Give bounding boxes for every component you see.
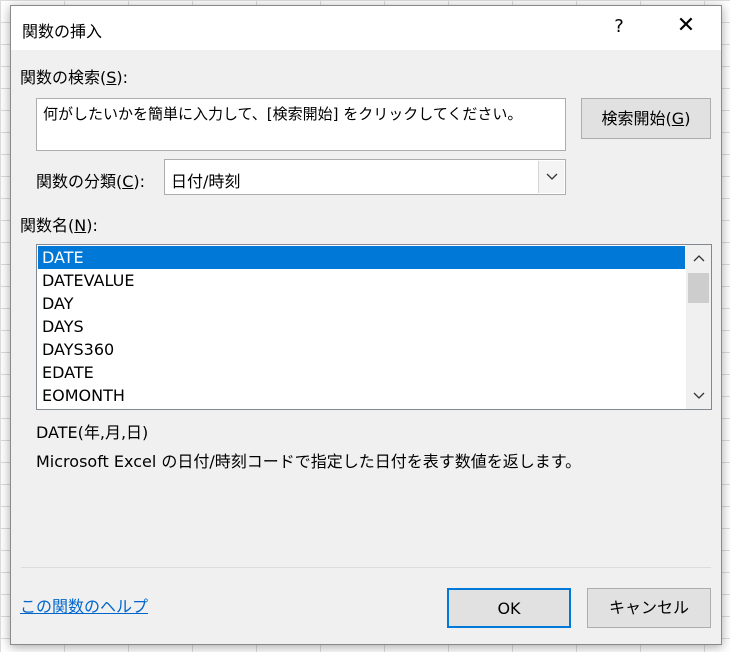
function-listbox[interactable]: DATE DATEVALUE DAY DAYS DAYS360 EDATE EOMONTH (36, 244, 712, 410)
list-item[interactable]: EOMONTH (38, 384, 685, 407)
function-name-label: 関数名(N): (20, 216, 98, 235)
function-list-items: DATE DATEVALUE DAY DAYS DAYS360 EDATE EOMONTH (38, 246, 685, 407)
list-item[interactable]: DATE (38, 246, 685, 269)
close-button[interactable]: ✕ (671, 14, 701, 38)
list-item[interactable]: DAYS360 (38, 338, 685, 361)
function-help-link[interactable]: この関数のヘルプ (20, 593, 148, 617)
scroll-thumb[interactable] (688, 273, 709, 303)
help-button[interactable]: ? (609, 16, 629, 37)
title-bar: 関数の挿入 ? ✕ (11, 6, 721, 50)
function-description: Microsoft Excel の日付/時刻コードで指定した日付を表す数値を返し… (36, 452, 582, 471)
search-label: 関数の検索(S): (20, 68, 129, 87)
search-input[interactable]: 何がしたいかを簡単に入力して、[検索開始] をクリックしてください。 (36, 98, 566, 151)
footer-divider (21, 567, 711, 568)
category-label: 関数の分類(C): (36, 172, 146, 191)
search-start-button[interactable]: 検索開始(G) (581, 98, 711, 139)
insert-function-dialog: 関数の挿入 ? ✕ 関数の検索(S): 何がしたいかを簡単に入力して、[検索開始… (10, 5, 722, 645)
list-item[interactable]: DAY (38, 292, 685, 315)
dialog-title: 関数の挿入 (22, 22, 103, 41)
cancel-button[interactable]: キャンセル (587, 588, 711, 628)
function-signature: DATE(年,月,日) (36, 423, 149, 442)
list-item[interactable]: DATEVALUE (38, 269, 685, 292)
list-item[interactable]: DAYS (38, 315, 685, 338)
chevron-down-icon[interactable] (686, 385, 711, 407)
ok-button[interactable]: OK (447, 588, 571, 628)
list-item[interactable]: EDATE (38, 361, 685, 384)
vertical-scrollbar[interactable] (686, 245, 711, 409)
category-selected-value: 日付/時刻 (171, 172, 241, 191)
category-select[interactable]: 日付/時刻 (164, 159, 566, 195)
chevron-down-icon[interactable] (538, 161, 564, 193)
chevron-up-icon[interactable] (686, 247, 711, 269)
